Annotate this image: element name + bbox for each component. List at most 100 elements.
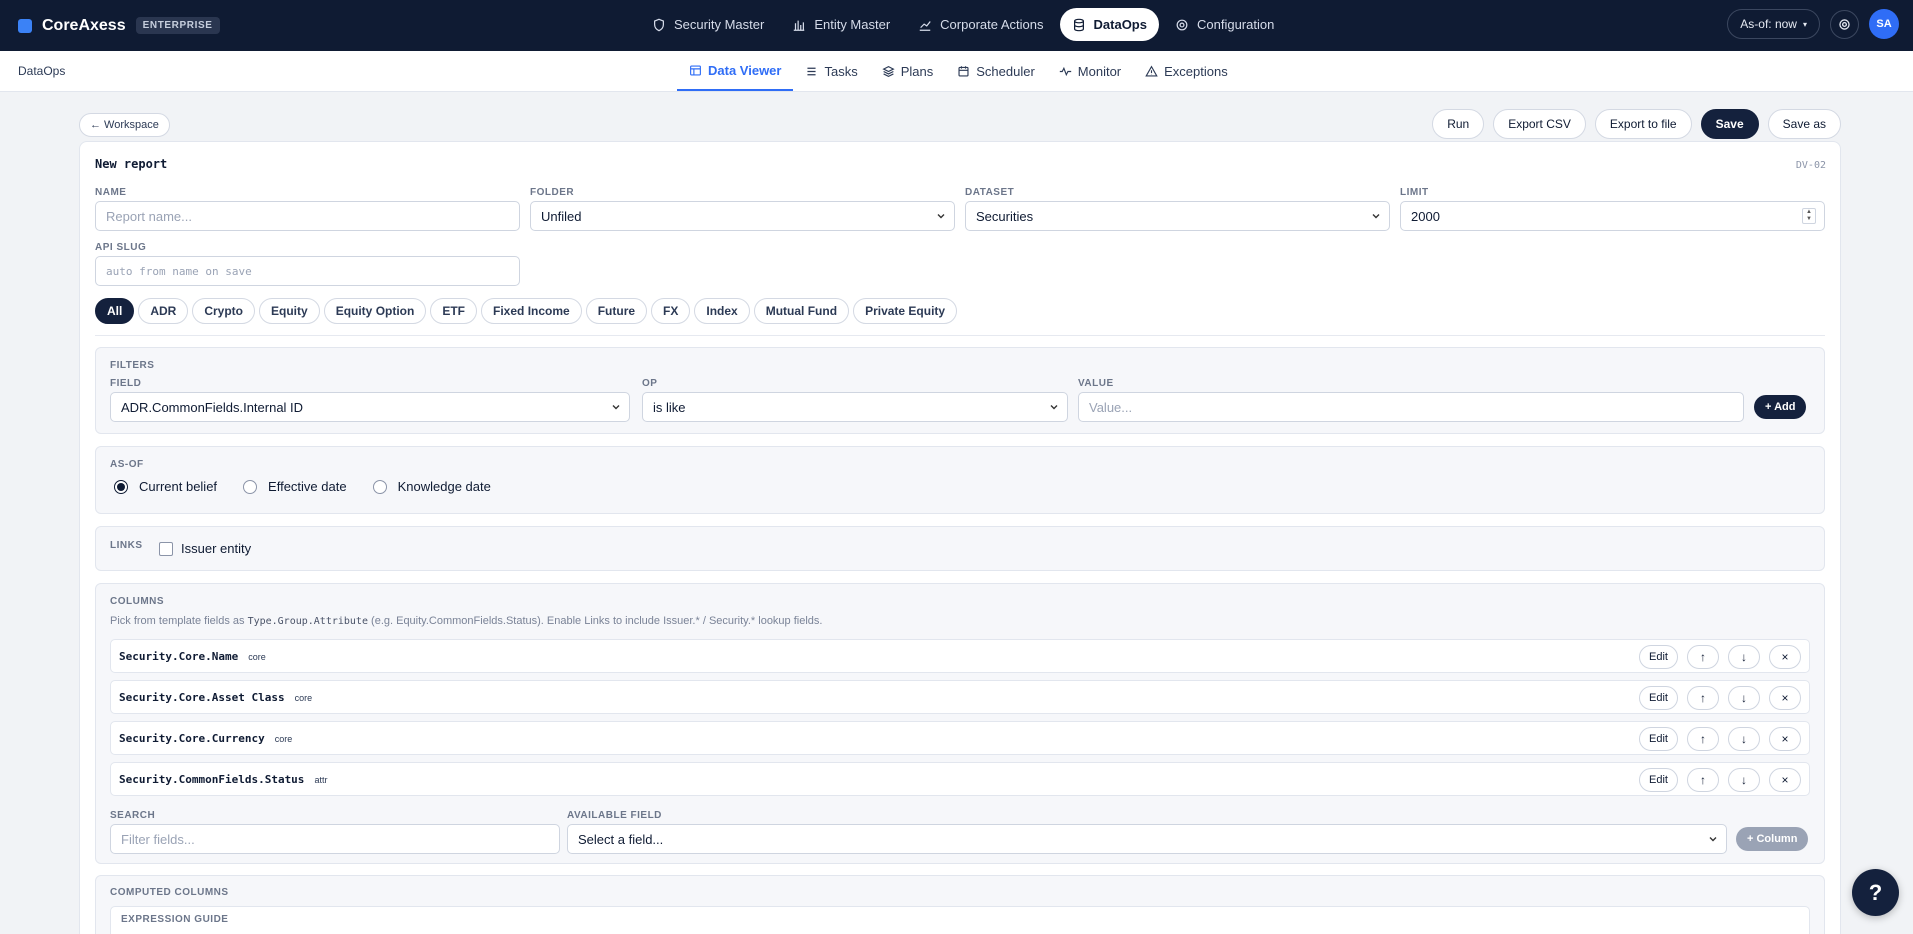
field-search-input[interactable]: Filter fields... [110, 824, 560, 854]
edit-button[interactable]: Edit [1639, 727, 1678, 751]
filter-field-label: FIELD [110, 378, 142, 389]
filter-op-select[interactable]: is like [642, 392, 1068, 422]
remove-icon[interactable]: × [1769, 727, 1801, 751]
export-csv-button[interactable]: Export CSV [1493, 109, 1586, 139]
chip-all[interactable]: All [95, 298, 135, 324]
move-down-icon[interactable]: ↓ [1728, 686, 1760, 710]
filter-value-input[interactable]: Value... [1078, 392, 1744, 422]
nav-corporate-actions[interactable]: Corporate Actions [906, 8, 1055, 41]
edit-button[interactable]: Edit [1639, 686, 1678, 710]
links-title: LINKS [110, 540, 143, 551]
chip-index[interactable]: Index [694, 298, 750, 324]
nav-entity-master[interactable]: Entity Master [780, 8, 902, 41]
radio-label: Current belief [139, 479, 218, 494]
tab-tasks[interactable]: Tasks [793, 51, 869, 91]
nav-configuration[interactable]: Configuration [1163, 8, 1286, 41]
move-up-icon[interactable]: ↑ [1687, 645, 1719, 669]
building-icon [794, 20, 805, 31]
asof-options: Current belief Effective date Knowledge … [114, 479, 491, 494]
move-down-icon[interactable]: ↓ [1728, 727, 1760, 751]
table-icon [690, 64, 701, 76]
tab-scheduler[interactable]: Scheduler [945, 51, 1047, 91]
remove-icon[interactable]: × [1769, 686, 1801, 710]
move-down-icon[interactable]: ↓ [1728, 645, 1760, 669]
add-filter-button[interactable]: + Add [1754, 395, 1807, 419]
edit-button[interactable]: Edit [1639, 768, 1678, 792]
user-avatar[interactable]: SA [1869, 9, 1899, 39]
dataset-value: Securities [976, 208, 1034, 224]
report-name-input[interactable]: Report name... [95, 201, 520, 231]
filters-title: FILTERS [110, 360, 155, 371]
available-field-select[interactable]: Select a field... [567, 824, 1727, 854]
dataset-select[interactable]: Securities [965, 201, 1390, 231]
header-right: As-of: now ▾ SA [1727, 9, 1899, 39]
brand[interactable]: CoreAxess ENTERPRISE [18, 0, 220, 51]
save-button[interactable]: Save [1700, 109, 1759, 139]
links-panel: LINKS Issuer entity [95, 526, 1825, 571]
chip-fx[interactable]: FX [651, 298, 691, 324]
divider [95, 335, 1825, 336]
chip-etf[interactable]: ETF [430, 298, 478, 324]
issuer-entity-checkbox[interactable] [159, 541, 173, 556]
tab-label: Scheduler [976, 63, 1035, 79]
limit-input[interactable]: 2000 ▲ ▼ [1400, 201, 1825, 231]
export-to-file-button[interactable]: Export to file [1594, 109, 1692, 139]
run-button[interactable]: Run [1432, 109, 1485, 139]
chip-mutual-fund[interactable]: Mutual Fund [753, 298, 850, 324]
sub-nav: Data Viewer Tasks Plans Scheduler Monito… [677, 51, 1240, 92]
tab-plans[interactable]: Plans [870, 51, 946, 91]
chip-crypto[interactable]: Crypto [192, 298, 256, 324]
layers-icon [882, 65, 895, 77]
shield-icon [654, 18, 664, 31]
radio-effective-date[interactable] [243, 479, 258, 494]
issuer-entity-label: Issuer entity [181, 541, 252, 556]
remove-icon[interactable]: × [1769, 768, 1801, 792]
add-column-button[interactable]: + Column [1736, 827, 1809, 851]
nav-dataops[interactable]: DataOps [1059, 8, 1159, 41]
brand-name: CoreAxess [42, 16, 126, 34]
save-as-button[interactable]: Save as [1767, 109, 1841, 139]
filter-value-label: VALUE [1078, 378, 1114, 389]
chip-adr[interactable]: ADR [138, 298, 189, 324]
chip-future[interactable]: Future [585, 298, 648, 324]
api-slug-input[interactable]: auto from name on save [95, 256, 520, 286]
tab-exceptions[interactable]: Exceptions [1133, 51, 1240, 91]
help-button[interactable]: ? [1852, 869, 1899, 916]
move-up-icon[interactable]: ↑ [1687, 686, 1719, 710]
chip-equity-option[interactable]: Equity Option [323, 298, 427, 324]
asof-title: AS-OF [110, 459, 144, 470]
column-tag: core [294, 693, 313, 703]
column-tag: attr [314, 775, 328, 785]
expression-guide-label: EXPRESSION GUIDE [121, 914, 229, 925]
caret-down-icon: ▾ [1802, 19, 1807, 29]
column-name: Security.Core.Name core [119, 650, 266, 663]
chip-private-equity[interactable]: Private Equity [853, 298, 958, 324]
computed-title: COMPUTED COLUMNS [110, 887, 229, 898]
number-stepper[interactable]: ▲ ▼ [1802, 208, 1816, 224]
issuer-entity-option: Issuer entity [159, 541, 251, 556]
column-name: Security.Core.Asset Class core [119, 691, 313, 704]
asof-dropdown[interactable]: As-of: now ▾ [1727, 9, 1820, 39]
tab-monitor[interactable]: Monitor [1047, 51, 1133, 91]
edit-button[interactable]: Edit [1639, 645, 1678, 669]
settings-button[interactable] [1830, 9, 1859, 39]
back-to-workspace-button[interactable]: ← Workspace [79, 113, 170, 137]
tab-data-viewer[interactable]: Data Viewer [677, 51, 794, 91]
move-up-icon[interactable]: ↑ [1687, 727, 1719, 751]
columns-help: Pick from template fields as Type.Group.… [110, 615, 823, 627]
radio-current-belief[interactable] [114, 479, 128, 494]
nav-security-master[interactable]: Security Master [640, 8, 776, 41]
radio-knowledge-date[interactable] [372, 479, 387, 494]
brand-logo-icon [18, 18, 32, 33]
filter-field-select[interactable]: ADR.CommonFields.Internal ID [110, 392, 630, 422]
move-up-icon[interactable]: ↑ [1687, 768, 1719, 792]
chip-fixed-income[interactable]: Fixed Income [481, 298, 582, 324]
chip-equity[interactable]: Equity [259, 298, 320, 324]
remove-icon[interactable]: × [1769, 645, 1801, 669]
chevron-down-icon [1050, 405, 1058, 410]
column-actions: Edit ↑ ↓ × [1639, 768, 1801, 792]
dataset-label: DATASET [965, 187, 1015, 198]
move-down-icon[interactable]: ↓ [1728, 768, 1760, 792]
folder-select[interactable]: Unfiled [530, 201, 955, 231]
pulse-icon [1059, 66, 1071, 76]
